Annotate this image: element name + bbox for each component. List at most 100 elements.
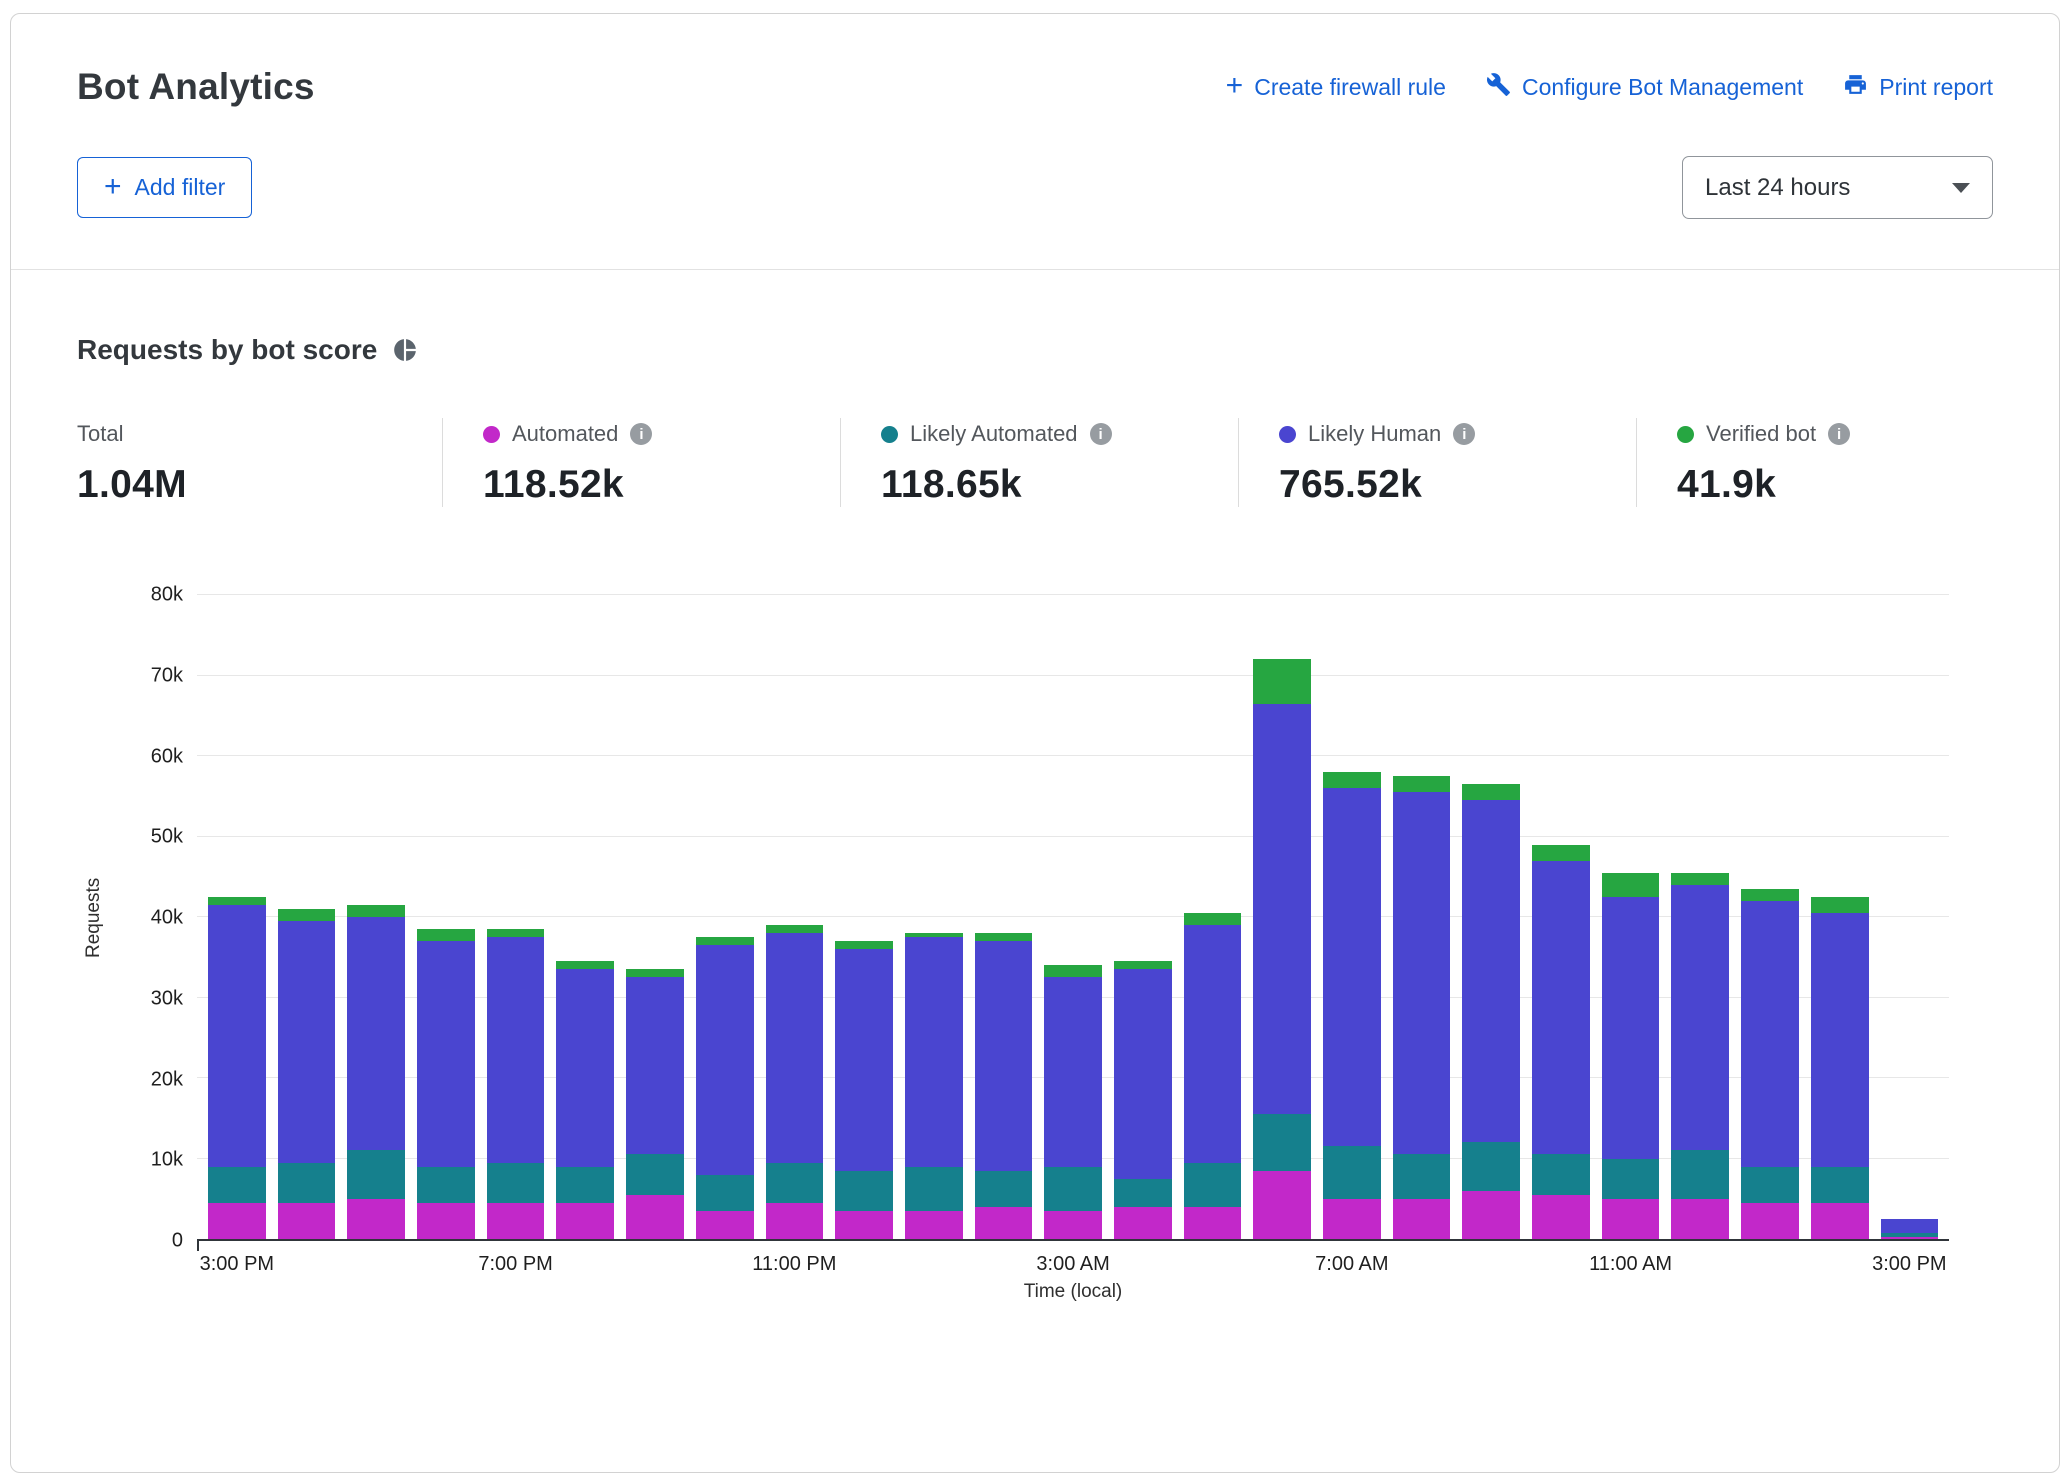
printer-icon — [1843, 72, 1868, 103]
bar-segment-automated — [487, 1203, 545, 1239]
bar-segment-automated — [556, 1203, 614, 1239]
bar[interactable] — [1044, 595, 1102, 1239]
x-tick-label: 3:00 PM — [1872, 1253, 1946, 1276]
bar-segment-automated — [1462, 1191, 1520, 1239]
bar-segment-automated — [1741, 1203, 1799, 1239]
stat-likely-automated: Likely Automated i 118.65k — [840, 418, 1238, 507]
bar-segment-likely-human — [347, 917, 405, 1150]
bar-segment-automated — [975, 1207, 1033, 1239]
bar-segment-verified-bot — [626, 969, 684, 977]
bar[interactable] — [835, 595, 893, 1239]
bar[interactable] — [1393, 595, 1451, 1239]
x-axis-cell: 3:00 PM — [1881, 1241, 1939, 1281]
bar-segment-verified-bot — [417, 929, 475, 941]
bar[interactable] — [278, 595, 336, 1239]
bar-segment-likely-human — [1811, 913, 1869, 1167]
bar-segment-likely-human — [487, 937, 545, 1162]
bar-segment-automated — [1114, 1207, 1172, 1239]
bar[interactable] — [975, 595, 1033, 1239]
y-tick-label: 70k — [151, 664, 183, 687]
bar[interactable] — [1602, 595, 1660, 1239]
print-report-link[interactable]: Print report — [1843, 72, 1993, 103]
info-icon[interactable]: i — [1090, 423, 1112, 445]
x-tick-label: 7:00 PM — [478, 1253, 552, 1276]
bar[interactable] — [696, 595, 754, 1239]
bar-segment-likely-automated — [1741, 1167, 1799, 1203]
bar[interactable] — [1532, 595, 1590, 1239]
bar-segment-verified-bot — [1253, 659, 1311, 703]
bar-segment-likely-human — [1253, 704, 1311, 1115]
x-axis-cell — [556, 1241, 614, 1281]
create-firewall-rule-label: Create firewall rule — [1254, 74, 1446, 101]
plot-area — [197, 595, 1949, 1241]
x-axis-cell — [1393, 1241, 1451, 1281]
bar-segment-likely-human — [1393, 792, 1451, 1154]
info-icon[interactable]: i — [1828, 423, 1850, 445]
bar[interactable] — [1323, 595, 1381, 1239]
automated-legend-dot — [483, 426, 500, 443]
x-axis-cell — [1114, 1241, 1172, 1281]
bar-segment-likely-human — [417, 941, 475, 1166]
bars — [197, 595, 1949, 1239]
bar-segment-likely-human — [975, 941, 1033, 1170]
x-axis-cell — [1462, 1241, 1520, 1281]
configure-bot-management-link[interactable]: Configure Bot Management — [1486, 72, 1803, 103]
section-title: Requests by bot score — [77, 334, 377, 366]
bar-segment-automated — [208, 1203, 266, 1239]
create-firewall-rule-link[interactable]: + Create firewall rule — [1226, 72, 1446, 102]
add-filter-button[interactable]: + Add filter — [77, 157, 252, 218]
bar[interactable] — [1253, 595, 1311, 1239]
bot-analytics-card: Bot Analytics + Create firewall rule Con… — [10, 13, 2060, 1473]
verified-bot-legend-dot — [1677, 426, 1694, 443]
x-axis-cell — [278, 1241, 336, 1281]
bar-segment-verified-bot — [1044, 965, 1102, 977]
bar-segment-verified-bot — [1671, 873, 1729, 885]
bar[interactable] — [556, 595, 614, 1239]
y-axis-labels: 010k20k30k40k50k60k70k80k — [111, 595, 197, 1241]
bar[interactable] — [487, 595, 545, 1239]
bar[interactable] — [347, 595, 405, 1239]
y-tick-label: 30k — [151, 987, 183, 1010]
bar-segment-likely-automated — [1393, 1154, 1451, 1198]
plus-icon: + — [104, 172, 122, 202]
x-tick-label: 11:00 AM — [1589, 1253, 1672, 1276]
bar-segment-automated — [417, 1203, 475, 1239]
x-tick-label: 7:00 AM — [1315, 1253, 1388, 1276]
x-axis-title: Time (local) — [197, 1281, 1949, 1303]
bar[interactable] — [766, 595, 824, 1239]
bar[interactable] — [417, 595, 475, 1239]
bar-segment-likely-automated — [208, 1167, 266, 1203]
bar-segment-likely-human — [905, 937, 963, 1166]
bar[interactable] — [1114, 595, 1172, 1239]
plus-icon: + — [1226, 71, 1244, 101]
bar[interactable] — [208, 595, 266, 1239]
bar[interactable] — [1462, 595, 1520, 1239]
bar[interactable] — [626, 595, 684, 1239]
wrench-icon — [1486, 72, 1511, 103]
bar-segment-automated — [347, 1199, 405, 1239]
bar-segment-verified-bot — [766, 925, 824, 933]
bar[interactable] — [1184, 595, 1242, 1239]
x-tick-label: 11:00 PM — [752, 1253, 836, 1276]
requests-chart: Requests 010k20k30k40k50k60k70k80k 3:00 … — [77, 595, 1949, 1303]
y-axis-title: Requests — [77, 595, 111, 1241]
x-axis-cell — [1532, 1241, 1590, 1281]
bar[interactable] — [1741, 595, 1799, 1239]
stat-verified-bot-value: 41.9k — [1677, 463, 1993, 507]
bar-segment-likely-automated — [1811, 1167, 1869, 1203]
x-axis-cell: 11:00 AM — [1602, 1241, 1660, 1281]
bar-segment-verified-bot — [975, 933, 1033, 941]
x-axis-cell — [1671, 1241, 1729, 1281]
info-icon[interactable]: i — [630, 423, 652, 445]
bar-segment-automated — [1532, 1195, 1590, 1239]
time-range-select[interactable]: Last 24 hours — [1682, 156, 1993, 219]
info-icon[interactable]: i — [1453, 423, 1475, 445]
bar[interactable] — [1881, 595, 1939, 1239]
card-body: Requests by bot score Total 1.04M Automa… — [11, 270, 2059, 1303]
bar-segment-automated — [1253, 1171, 1311, 1239]
bar-segment-verified-bot — [1184, 913, 1242, 925]
stat-likely-human-value: 765.52k — [1279, 463, 1636, 507]
bar[interactable] — [905, 595, 963, 1239]
bar[interactable] — [1811, 595, 1869, 1239]
bar[interactable] — [1671, 595, 1729, 1239]
